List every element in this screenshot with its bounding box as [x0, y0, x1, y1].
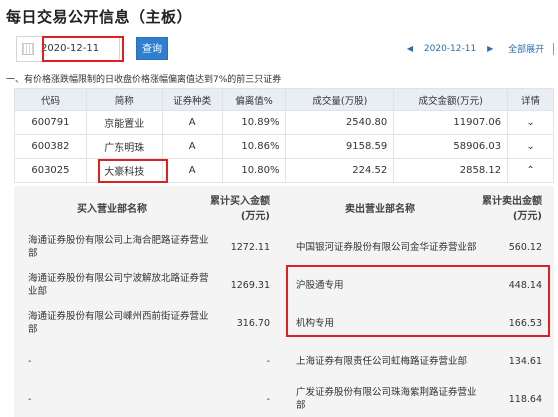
detail-row: 海通证券股份有限公司宁波解放北路证券营业部 1269.31 沪股通专用 448.…	[14, 266, 554, 304]
cell-name: 广东明珠	[85, 134, 163, 159]
col-header-name: 简称	[85, 88, 163, 111]
cell-name: 大豪科技	[85, 158, 163, 183]
sell-amount: 118.64	[508, 393, 542, 405]
buy-dept: 海通证券股份有限公司嵊州西前街证券营业部	[28, 311, 209, 335]
col-header-type: 证券种类	[161, 88, 223, 111]
cell-volume: 224.52	[285, 158, 395, 183]
cell-type: A	[161, 158, 223, 183]
detail-row: - - 广发证券股份有限公司珠海紫荆路证券营业部 118.64	[14, 380, 554, 417]
table-row: 600382 广东明珠 A 10.86% 9158.59 58906.03 ⌄	[14, 134, 554, 159]
col-header-volume: 成交量(万股)	[285, 88, 395, 111]
header-buy-amount-line1: 累计买入金额	[210, 196, 270, 207]
trade-detail-panel: 买入营业部名称 累计买入金额 (万元) 卖出营业部名称 累计卖出金额 (万元) …	[14, 186, 554, 417]
header-sell-amount-line2: (万元)	[512, 211, 542, 222]
expand-chevron-down-icon[interactable]: ⌄	[507, 134, 554, 159]
cell-deviation: 10.80%	[221, 158, 287, 183]
cell-amount: 11907.06	[393, 110, 509, 135]
col-header-detail: 详情	[507, 88, 554, 111]
page-title: 每日交易公开信息（主板）	[6, 8, 193, 26]
buy-amount: 1269.31	[230, 279, 270, 291]
header-buy-amount: 累计买入金额 (万元)	[210, 186, 282, 228]
prev-date-icon[interactable]: ◀	[407, 44, 413, 53]
sell-amount: 134.61	[508, 355, 542, 367]
buy-dept: -	[28, 393, 32, 405]
nav-date-label: 2020-12-11	[423, 43, 477, 54]
header-buy-amount-line2: (万元)	[240, 211, 270, 222]
section-note: 一、有价格涨跌幅限制的日收盘价格涨幅偏离值达到7%的前三只证券	[6, 75, 282, 85]
header-sell-amount: 累计卖出金额 (万元)	[478, 186, 554, 228]
table-row: 600791 京能置业 A 10.89% 2540.80 11907.06 ⌄	[14, 110, 554, 135]
toolbar-divider	[553, 42, 554, 55]
cell-volume: 9158.59	[285, 134, 395, 159]
buy-amount: -	[266, 393, 270, 405]
detail-row: - - 上海证券有限责任公司虹梅路证券营业部 134.61	[14, 342, 554, 380]
buy-amount: -	[266, 355, 270, 367]
cell-name: 京能置业	[85, 110, 163, 135]
buy-amount: 1272.11	[230, 241, 270, 253]
cell-amount: 58906.03	[393, 134, 509, 159]
cell-type: A	[161, 134, 223, 159]
sell-amount: 448.14	[508, 279, 542, 291]
sell-dept: 上海证券有限责任公司虹梅路证券营业部	[296, 355, 468, 367]
sell-dept: 广发证券股份有限公司珠海紫荆路证券营业部	[296, 387, 477, 411]
securities-table: 代码 简称 证券种类 偏离值% 成交量(万股) 成交金额(万元) 详情 6007…	[14, 88, 554, 183]
next-date-icon[interactable]: ▶	[487, 44, 493, 53]
cell-volume: 2540.80	[285, 110, 395, 135]
cell-amount: 2858.12	[393, 158, 509, 183]
sell-dept: 机构专用	[296, 317, 335, 329]
cell-deviation: 10.86%	[221, 134, 287, 159]
sell-dept: 沪股通专用	[296, 279, 344, 291]
collapse-chevron-up-icon[interactable]: ⌃	[507, 158, 554, 183]
buy-dept: 海通证券股份有限公司上海合肥路证券营业部	[28, 235, 209, 259]
buy-amount: 316.70	[236, 317, 270, 329]
header-buy-dept: 买入营业部名称	[77, 203, 147, 215]
trade-detail-table: 买入营业部名称 累计买入金额 (万元) 卖出营业部名称 累计卖出金额 (万元) …	[14, 186, 554, 417]
detail-row: 海通证券股份有限公司嵊州西前街证券营业部 316.70 机构专用 166.53	[14, 304, 554, 342]
header-sell-dept: 卖出营业部名称	[345, 203, 415, 215]
date-highlight-box	[42, 36, 124, 62]
detail-row: 海通证券股份有限公司上海合肥路证券营业部 1272.11 中国银河证券股份有限公…	[14, 228, 554, 266]
cell-code: 603025	[14, 158, 87, 183]
header-sell-amount-line1: 累计卖出金额	[482, 196, 542, 207]
buy-dept: 海通证券股份有限公司宁波解放北路证券营业部	[28, 273, 209, 297]
col-header-deviation: 偏离值%	[221, 88, 287, 111]
table-row: 603025 大豪科技 A 10.80% 224.52 2858.12 ⌃	[14, 158, 554, 183]
sell-amount: 560.12	[508, 241, 542, 253]
sell-amount: 166.53	[508, 317, 542, 329]
calendar-icon[interactable]	[22, 43, 34, 55]
expand-chevron-down-icon[interactable]: ⌄	[507, 110, 554, 135]
expand-all-link[interactable]: 全部展开	[508, 42, 544, 55]
cell-code: 600791	[14, 110, 87, 135]
buy-dept: -	[28, 355, 32, 367]
col-header-amount: 成交金额(万元)	[393, 88, 509, 111]
cell-code: 600382	[14, 134, 87, 159]
cell-type: A	[161, 110, 223, 135]
col-header-code: 代码	[14, 88, 87, 111]
cell-deviation: 10.89%	[221, 110, 287, 135]
query-button[interactable]: 查询	[136, 37, 168, 60]
toolbar: 2020-12-11 查询 ◀ 2020-12-11 ▶ 全部展开	[16, 36, 554, 62]
sell-dept: 中国银河证券股份有限公司金华证券营业部	[296, 241, 477, 253]
date-navigation: ◀ 2020-12-11 ▶ 全部展开	[407, 42, 554, 55]
